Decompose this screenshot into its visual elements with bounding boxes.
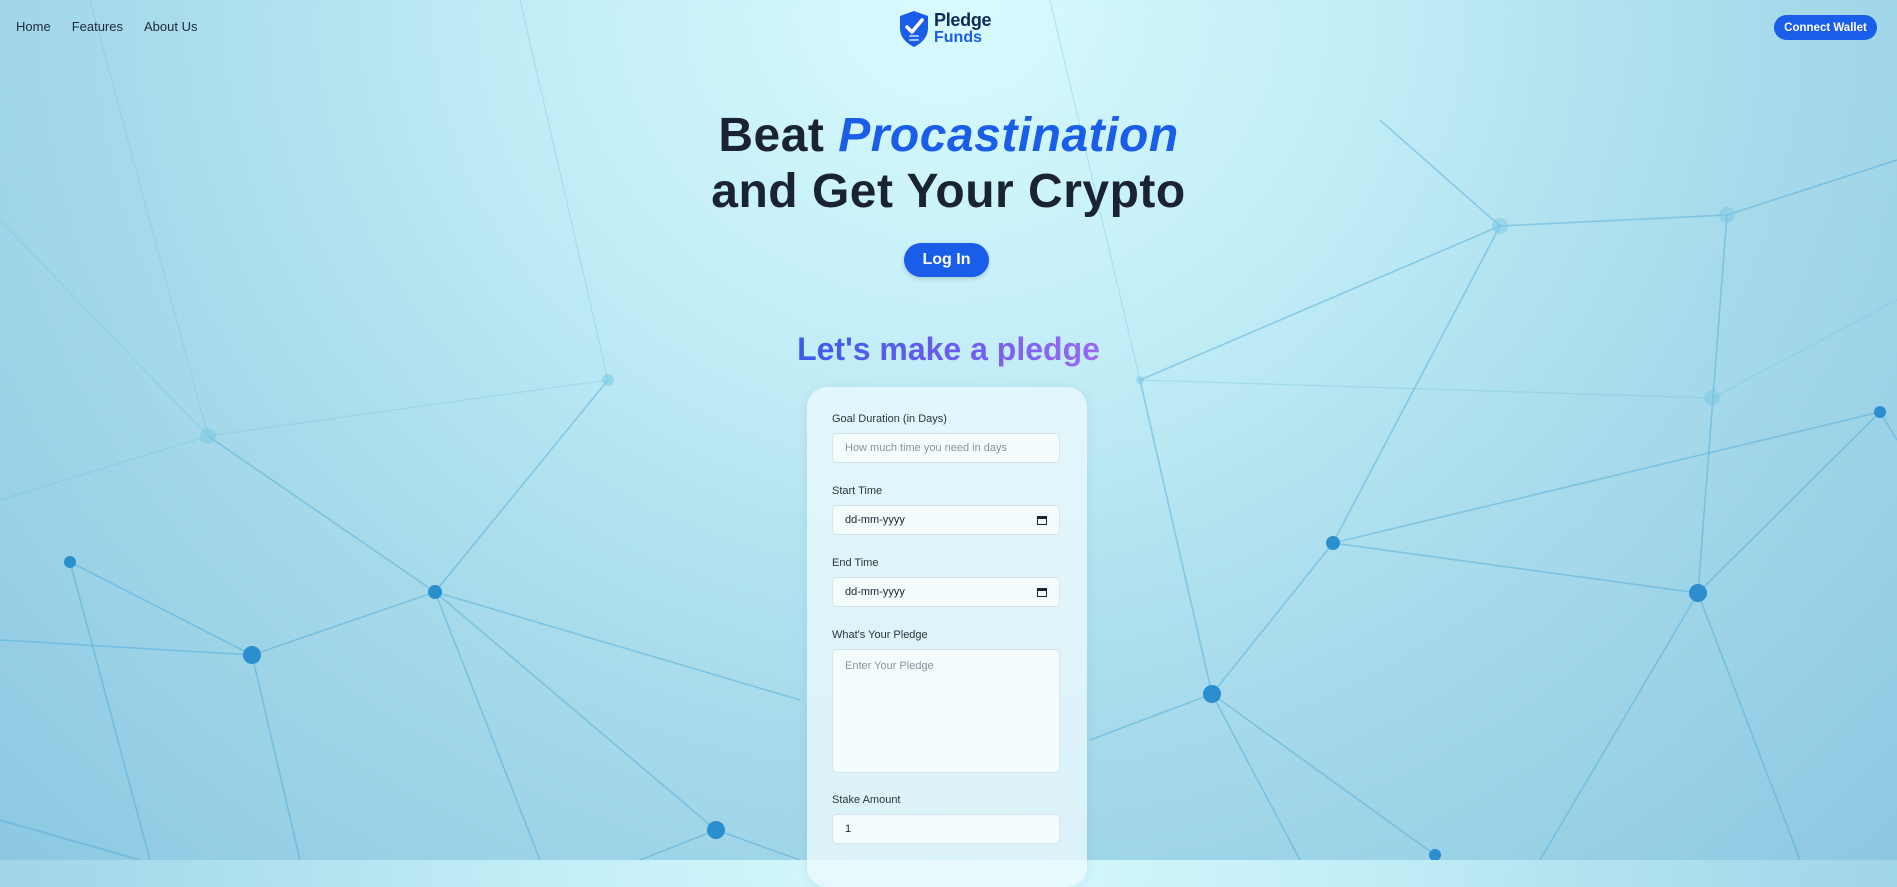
logo-line1: Pledge [934, 10, 992, 30]
end-time-label: End Time [832, 557, 879, 569]
hero-prefix: Beat [718, 109, 825, 162]
start-time-label: Start Time [832, 485, 883, 497]
pledge-form: Goal Duration (in Days) How much time yo… [807, 387, 1087, 887]
duration-placeholder: How much time you need in days [845, 442, 1008, 454]
connect-wallet-button[interactable]: Connect Wallet [1774, 15, 1877, 40]
shield-check-icon [900, 11, 928, 47]
logo-line2: Funds [934, 29, 982, 46]
duration-input[interactable]: How much time you need in days [832, 433, 1060, 463]
calendar-icon[interactable] [1037, 587, 1047, 597]
duration-label: Goal Duration (in Days) [832, 413, 947, 425]
nav-link-features[interactable]: Features [72, 19, 123, 34]
end-time-input[interactable]: dd-mm-yyyy [832, 577, 1060, 607]
nav-link-home[interactable]: Home [16, 19, 51, 34]
pledge-placeholder: Enter Your Pledge [845, 660, 934, 672]
pledge-label: What's Your Pledge [832, 629, 928, 641]
hero-line1: Beat Procastination [0, 108, 1897, 164]
end-time-value: dd-mm-yyyy [845, 586, 905, 598]
hero-accent: Procastination [838, 109, 1179, 162]
top-nav: Home Features About Us Pledge Funds Conn… [0, 0, 1897, 54]
nav-links: Home Features About Us [16, 19, 197, 34]
section-title: Let's make a pledge [0, 331, 1897, 368]
section-title-text: Let's make a pledge [797, 331, 1100, 367]
logo[interactable]: Pledge Funds [898, 10, 992, 48]
stake-amount-input[interactable]: 1 [832, 814, 1060, 844]
hero-line2: and Get Your Crypto [711, 165, 1186, 218]
stake-label: Stake Amount [832, 794, 901, 806]
stake-value: 1 [845, 823, 852, 835]
calendar-icon[interactable] [1037, 515, 1047, 525]
start-time-value: dd-mm-yyyy [845, 514, 905, 526]
start-time-input[interactable]: dd-mm-yyyy [832, 505, 1060, 535]
pledge-textarea[interactable]: Enter Your Pledge [832, 649, 1060, 773]
login-button[interactable]: Log In [904, 243, 989, 277]
hero-heading: Beat Procastination and Get Your Crypto [0, 108, 1897, 220]
nav-link-about-us[interactable]: About Us [144, 19, 197, 34]
